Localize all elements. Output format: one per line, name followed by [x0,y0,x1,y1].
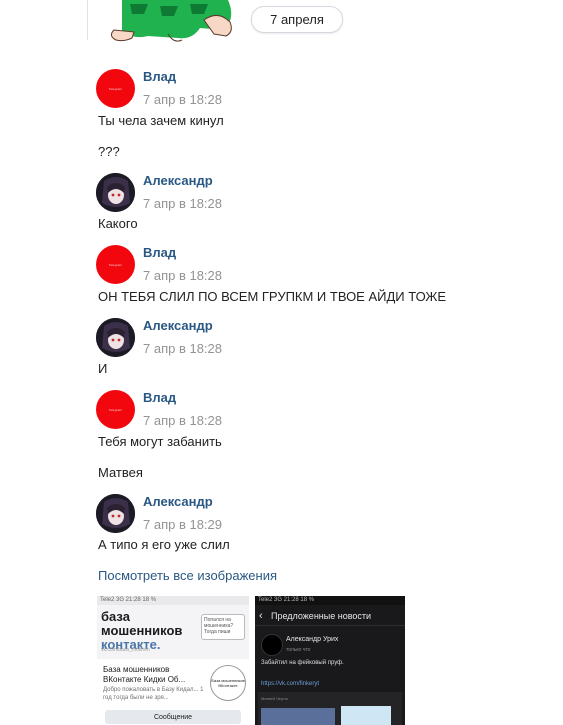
group-card-description: Добро пожаловать в Базу Кидал... 1 год т… [103,687,204,701]
avatar[interactable]: Telegram [96,390,135,429]
avatar[interactable] [96,494,135,533]
message-time[interactable]: 7 апр в 18:28 [143,196,222,211]
message-time[interactable]: 7 апр в 18:28 [143,92,222,107]
author-name[interactable]: Влад [143,245,176,260]
thumbnail-subtitle: vk.com/baza_moshen [101,647,150,653]
message-time[interactable]: 7 апр в 18:29 [143,517,222,532]
status-bar: Tele2 3G 21:28 18 % [255,596,405,605]
author-name[interactable]: Влад [143,69,176,84]
avatar [261,634,283,656]
embedded-image [261,708,335,725]
anime-avatar-icon [96,318,135,357]
sticker-image [110,0,232,42]
anime-avatar-icon [96,173,135,212]
message-text: Ты чела зачем кинул [98,113,224,128]
message-text: А типо я его уже слил [98,537,230,552]
message-time[interactable]: 7 апр в 18:28 [143,413,222,428]
avatar-caption: Telegram [108,262,123,267]
image-thumbnail[interactable]: Tele2 3G 21:28 18 % база мошенников конт… [97,596,249,725]
avatar[interactable] [96,318,135,357]
chevron-left-icon: ‹ [259,610,263,622]
message-time[interactable]: 7 апр в 18:28 [143,268,222,283]
message-text: ??? [98,144,120,159]
thumbnail-nav: ‹ Предложенные новости [255,606,405,626]
message-text: ОН ТЕБЯ СЛИЛ ПО ВСЕМ ГРУПКМ И ТВОЕ АЙДИ … [98,289,447,304]
embedded-author: Матвей Чертю [261,696,288,701]
avatar[interactable]: Telegram [96,69,135,108]
group-logo: База мошенников ВКонтакте [210,665,246,701]
date-divider: 7 апреля [251,6,343,33]
message-text: Матвея [98,465,143,480]
image-thumbnail[interactable]: Tele2 3G 21:28 18 % ‹ Предложенные новос… [255,596,405,725]
message-time[interactable]: 7 апр в 18:28 [143,341,222,356]
group-card-title: База мошенников ВКонтакте Кидки Об... [103,665,186,684]
avatar-caption: Telegram [108,86,123,91]
author-name[interactable]: Влад [143,390,176,405]
post-author: Александр Урих [286,636,339,643]
author-name[interactable]: Александр [143,318,213,333]
embedded-image [341,706,391,725]
message-thread-line [87,0,88,40]
avatar[interactable] [96,173,135,212]
thumbnail-title: база мошенников контакте. [101,610,182,652]
author-name[interactable]: Александр [143,494,213,509]
post-time: только что [286,647,311,653]
post-text: Забайтил на фейковый пруф. [261,660,344,666]
status-bar: Tele2 3G 21:28 18 % [97,596,249,605]
message-text: И [98,361,108,376]
nav-title: Предложенные новости [271,611,372,621]
title-line: база [101,609,130,624]
avatar[interactable]: Telegram [96,245,135,284]
group-card: База мошенников ВКонтакте Кидки Об... До… [97,659,249,725]
post-url: https://vk.com/finkeryt [261,681,320,687]
thumbnail-bubble: Попался на мошенника? Тогда пиши [201,614,245,640]
author-name[interactable]: Александр [143,173,213,188]
message-text: Тебя могут забанить [98,434,222,449]
avatar-caption: Telegram [108,407,123,412]
title-line: мошенников [101,623,183,638]
view-all-images-link[interactable]: Посмотреть все изображения [98,568,277,583]
message-text: Какого [98,216,138,231]
message-button: Сообщение [105,710,241,724]
anime-avatar-icon [96,494,135,533]
